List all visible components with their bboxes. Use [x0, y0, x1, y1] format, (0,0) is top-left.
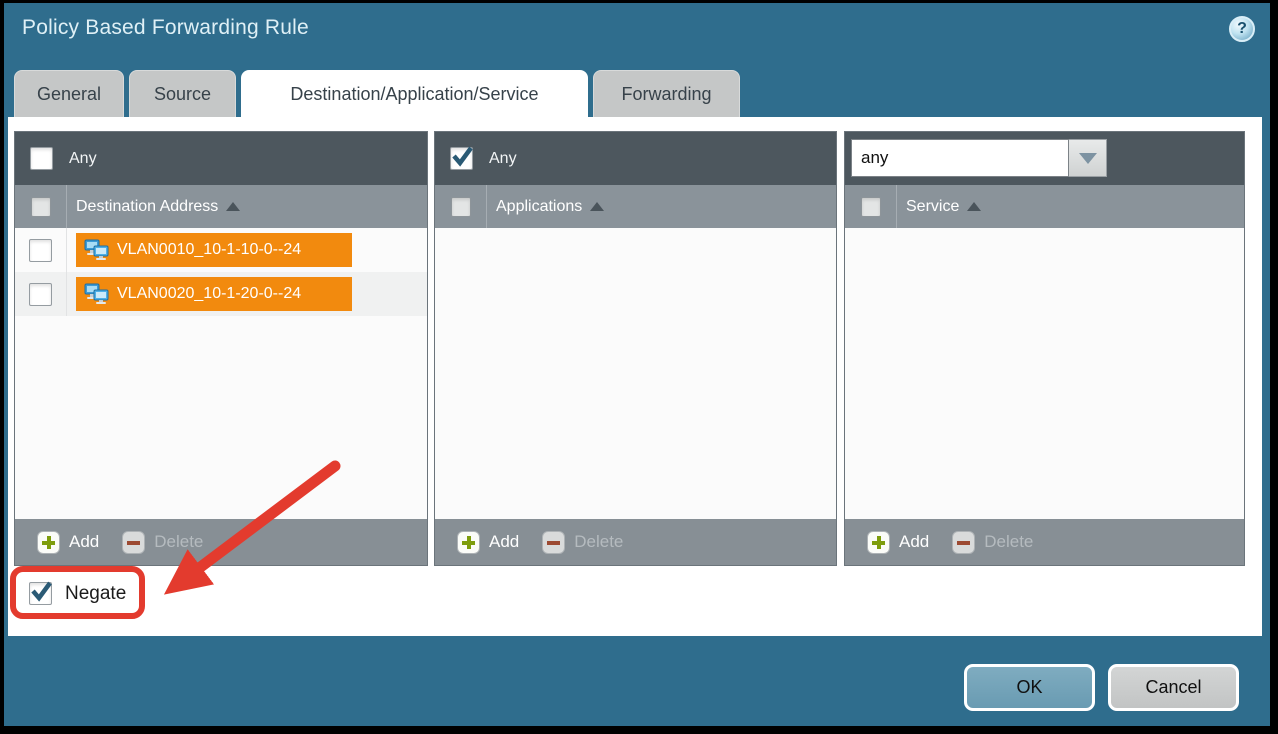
tab-source[interactable]: Source: [129, 70, 236, 117]
add-icon[interactable]: [867, 531, 890, 554]
applications-any-label: Any: [489, 150, 517, 168]
sort-ascending-icon: [590, 202, 604, 211]
row-checkbox[interactable]: [29, 283, 52, 306]
destination-any-checkbox[interactable]: [30, 147, 53, 170]
destination-any-bar: Any: [15, 132, 427, 185]
negate-checkbox[interactable]: [29, 582, 52, 605]
delete-button-disabled: Delete: [154, 532, 203, 552]
sort-ascending-icon: [226, 202, 240, 211]
service-header-label: Service: [906, 198, 959, 216]
ok-button[interactable]: OK: [964, 664, 1095, 711]
service-dropdown[interactable]: any: [851, 139, 1107, 177]
service-any-bar: any: [845, 132, 1244, 185]
applications-any-bar: Any: [435, 132, 836, 185]
network-address-icon: [84, 239, 110, 261]
applications-any-checkbox[interactable]: [450, 147, 473, 170]
applications-column: Any Applications Add Delete: [434, 131, 837, 566]
service-footer-bar: Add Delete: [845, 519, 1244, 565]
cancel-button[interactable]: Cancel: [1108, 664, 1239, 711]
address-object-name: VLAN0020_10-1-20-0--24: [117, 285, 301, 303]
negate-label: Negate: [65, 583, 126, 605]
tab-forwarding[interactable]: Forwarding: [593, 70, 740, 117]
chevron-down-icon: [1079, 153, 1097, 164]
destination-header-label: Destination Address: [76, 198, 218, 216]
delete-icon: [952, 531, 975, 554]
address-object-chip[interactable]: VLAN0010_10-1-10-0--24: [76, 233, 352, 267]
add-button[interactable]: Add: [899, 532, 929, 552]
service-dropdown-value[interactable]: any: [851, 139, 1069, 177]
service-list: [845, 228, 1244, 519]
destination-list: VLAN0010_10-1-10-0--24 VLAN0020_10-1-20-…: [15, 228, 427, 519]
negate-control: Negate: [29, 582, 126, 605]
destination-select-all-checkbox[interactable]: [31, 197, 51, 217]
applications-footer-bar: Add Delete: [435, 519, 836, 565]
tab-general[interactable]: General: [14, 70, 124, 117]
applications-select-all-checkbox[interactable]: [451, 197, 471, 217]
delete-icon: [122, 531, 145, 554]
tab-destination-application-service[interactable]: Destination/Application/Service: [241, 70, 588, 118]
tab-bar: General Source Destination/Application/S…: [14, 70, 740, 117]
destination-column-header[interactable]: Destination Address: [15, 185, 427, 228]
service-column: any Service Add Delete: [844, 131, 1245, 566]
delete-icon: [542, 531, 565, 554]
table-row[interactable]: VLAN0020_10-1-20-0--24: [15, 272, 427, 316]
dropdown-button[interactable]: [1069, 139, 1107, 177]
table-row[interactable]: VLAN0010_10-1-10-0--24: [15, 228, 427, 272]
service-select-all-checkbox[interactable]: [861, 197, 881, 217]
add-button[interactable]: Add: [69, 532, 99, 552]
help-icon[interactable]: ?: [1229, 16, 1255, 42]
applications-header-label: Applications: [496, 198, 582, 216]
address-object-name: VLAN0010_10-1-10-0--24: [117, 241, 301, 259]
address-object-chip[interactable]: VLAN0020_10-1-20-0--24: [76, 277, 352, 311]
service-column-header[interactable]: Service: [845, 185, 1244, 228]
destination-any-label: Any: [69, 150, 97, 168]
delete-button-disabled: Delete: [574, 532, 623, 552]
add-icon[interactable]: [37, 531, 60, 554]
add-button[interactable]: Add: [489, 532, 519, 552]
destination-address-column: Any Destination Address VLAN0010_10-1-10…: [14, 131, 428, 566]
row-checkbox[interactable]: [29, 239, 52, 262]
destination-footer-bar: Add Delete: [15, 519, 427, 565]
dialog-title: Policy Based Forwarding Rule: [22, 16, 309, 40]
applications-column-header[interactable]: Applications: [435, 185, 836, 228]
network-address-icon: [84, 283, 110, 305]
add-icon[interactable]: [457, 531, 480, 554]
delete-button-disabled: Delete: [984, 532, 1033, 552]
sort-ascending-icon: [967, 202, 981, 211]
applications-list: [435, 228, 836, 519]
